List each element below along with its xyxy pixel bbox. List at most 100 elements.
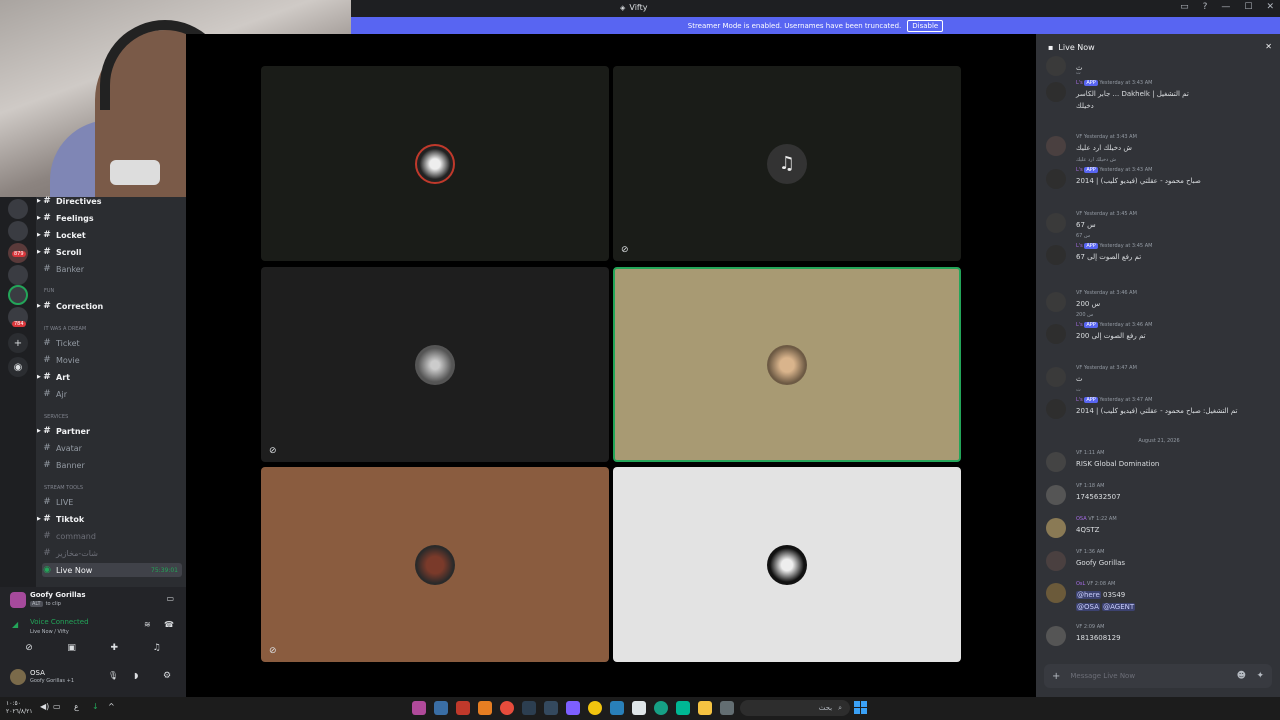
add-server-icon[interactable]: + [8, 333, 28, 353]
settings-gear-icon[interactable]: ⚙ [163, 671, 171, 681]
server-icon-active[interactable] [8, 285, 28, 305]
tray-icon[interactable]: ↓ [92, 702, 99, 711]
add-attachment-icon[interactable]: + [1052, 671, 1060, 682]
taskbar-app-icon[interactable] [610, 701, 624, 715]
reply-preview[interactable]: ث [1076, 387, 1081, 393]
reply-preview[interactable]: س 200 [1076, 312, 1093, 318]
channel-locket[interactable]: ▶ # Locket [37, 228, 182, 242]
avatar[interactable] [10, 669, 26, 685]
channel-avatar[interactable]: # Avatar [42, 441, 182, 455]
channel-directives[interactable]: ▶ # Directives [37, 194, 182, 208]
disconnect-icon[interactable]: ☎ [164, 620, 174, 629]
voice-connected-label[interactable]: Voice Connected [30, 618, 89, 626]
avatar[interactable] [1046, 169, 1066, 189]
participant-tile[interactable]: ♫ ⊘ [613, 66, 961, 261]
channel-banner[interactable]: # Banner [42, 458, 182, 472]
category-stream-tools[interactable]: STREAM TOOLS [44, 485, 83, 491]
avatar[interactable] [1046, 367, 1066, 387]
apps-icon[interactable]: ✦ [1256, 671, 1264, 681]
minimize-button[interactable]: — [1221, 2, 1230, 12]
avatar[interactable] [1046, 245, 1066, 265]
avatar[interactable] [1046, 518, 1066, 538]
channel-arabic-chat[interactable]: # شات-مخازير [42, 546, 182, 560]
taskbar-app-icon[interactable] [456, 701, 470, 715]
screen-share-icon[interactable]: ▣ [67, 643, 76, 657]
reply-preview[interactable]: س 67 [1076, 233, 1090, 239]
voice-channel-label[interactable]: Live Now / Vifty [30, 629, 69, 635]
participant-tile[interactable] [261, 66, 609, 261]
language-indicator[interactable]: ع [74, 702, 79, 711]
mute-icon[interactable]: 🎙︎ [108, 671, 118, 680]
taskbar-app-icon[interactable] [566, 701, 580, 715]
close-chat-icon[interactable]: ✕ [1265, 42, 1272, 51]
channel-correction[interactable]: ▶ # Correction [37, 299, 182, 313]
author-name[interactable]: OsL [1076, 581, 1087, 587]
avatar[interactable] [1046, 399, 1066, 419]
channel-scroll[interactable]: ▶ # Scroll [37, 245, 182, 259]
mention[interactable]: @AGENT [1102, 603, 1136, 611]
avatar[interactable] [1046, 626, 1066, 646]
channel-tiktok[interactable]: ▶ # Tiktok [37, 512, 182, 526]
server-icon[interactable] [8, 199, 28, 219]
mention[interactable]: @here [1076, 591, 1101, 599]
channel-ajr[interactable]: # Ajr [42, 387, 182, 401]
channel-art[interactable]: ▶ # Art [37, 370, 182, 384]
taskbar-app-icon[interactable] [500, 701, 514, 715]
avatar[interactable] [1046, 213, 1066, 233]
avatar[interactable] [1046, 136, 1066, 156]
username[interactable]: OSA [30, 669, 45, 677]
taskbar-app-icon[interactable] [522, 701, 536, 715]
file-explorer-icon[interactable] [698, 701, 712, 715]
avatar[interactable] [1046, 324, 1066, 344]
activities-icon[interactable]: ✚ [111, 643, 119, 657]
volume-icon[interactable]: ◀) [40, 702, 49, 711]
disable-button[interactable]: Disable [907, 19, 944, 32]
channel-movie[interactable]: # Movie [42, 353, 182, 367]
taskbar-app-icon[interactable] [478, 701, 492, 715]
edge-icon[interactable] [654, 701, 668, 715]
explore-icon[interactable]: ◉ [8, 357, 28, 377]
taskbar-search[interactable]: بحث ⌕ [740, 700, 850, 716]
mention[interactable]: @OSA [1076, 603, 1100, 611]
help-icon[interactable]: ? [1203, 2, 1208, 12]
taskbar-app-icon[interactable] [720, 701, 734, 715]
taskbar-app-icon[interactable] [434, 701, 448, 715]
server-icon[interactable] [8, 265, 28, 285]
activity-card[interactable]: Goofy Gorillas ALT to clip ▭ [10, 590, 178, 612]
author-name[interactable]: OSA [1076, 516, 1088, 522]
start-button[interactable] [854, 701, 867, 714]
clock[interactable]: ١٠:٥٠ ٢٠٢٦/٨/٢١ [6, 700, 33, 716]
participant-tile[interactable]: ⊘ [261, 267, 609, 462]
server-icon[interactable] [8, 221, 28, 241]
taskbar-app-icon[interactable] [632, 701, 646, 715]
network-icon[interactable]: ▭ [53, 702, 61, 711]
channel-live-now[interactable]: ◉ Live Now 75:39:01 [42, 563, 182, 577]
deafen-icon[interactable]: ◗ [134, 671, 138, 680]
close-button[interactable]: ✕ [1266, 2, 1274, 12]
channel-command[interactable]: # command [42, 529, 182, 543]
taskbar-app-icon[interactable] [544, 701, 558, 715]
clip-icon[interactable]: ▭ [166, 594, 174, 603]
camera-off-icon[interactable]: ⊘ [25, 643, 33, 657]
taskbar-app-icon[interactable] [676, 701, 690, 715]
channel-banker[interactable]: # Banker [42, 262, 182, 276]
category-fun[interactable]: FUN [44, 288, 54, 294]
avatar[interactable] [1046, 292, 1066, 312]
avatar[interactable] [1046, 452, 1066, 472]
avatar[interactable] [1046, 583, 1066, 603]
participant-tile-speaking[interactable] [613, 267, 961, 462]
reply-preview[interactable]: ش دخيلك ارد عليك [1076, 157, 1116, 163]
noise-suppression-icon[interactable]: ≋ [144, 620, 151, 629]
maximize-button[interactable]: ☐ [1244, 2, 1252, 12]
avatar[interactable] [1046, 485, 1066, 505]
taskbar-app-icon[interactable] [412, 701, 426, 715]
avatar[interactable] [1046, 82, 1066, 102]
participant-tile[interactable]: ⊘ [261, 467, 609, 662]
inbox-icon[interactable]: ▭ [1180, 2, 1189, 12]
avatar[interactable] [1046, 551, 1066, 571]
reply-preview[interactable]: ث [1076, 70, 1081, 76]
chrome-icon[interactable] [588, 701, 602, 715]
channel-live[interactable]: # LIVE [42, 495, 182, 509]
category-services[interactable]: SERVICES [44, 414, 68, 420]
avatar[interactable] [1046, 56, 1066, 76]
